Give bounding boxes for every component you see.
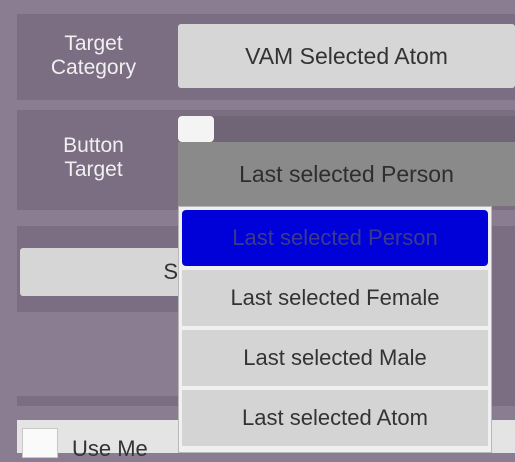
dropdown-handle-bar[interactable]	[178, 116, 515, 142]
button-target-label-line2: Target	[64, 158, 123, 181]
dropdown-option-label: Last selected Atom	[242, 405, 428, 430]
dropdown-option-label: Last selected Person	[232, 225, 438, 250]
button-target-dropdown[interactable]: Last selected Person	[178, 142, 515, 206]
dropdown-option-label: Last selected Male	[243, 345, 427, 370]
target-category-value: VAM Selected Atom	[245, 42, 448, 69]
dropdown-option-last-selected-female[interactable]: Last selected Female	[182, 270, 488, 326]
target-category-dropdown[interactable]: VAM Selected Atom	[178, 24, 515, 88]
partial-button-label: S	[163, 259, 178, 284]
button-target-label: Button Target	[17, 120, 170, 196]
use-checkbox-label: Use Me	[72, 436, 148, 461]
button-target-label-line1: Button	[63, 134, 124, 157]
target-category-label-line1: Target	[64, 32, 123, 55]
target-category-label-line2: Category	[50, 56, 137, 79]
dropdown-option-label: Last selected Female	[230, 285, 440, 310]
dropdown-option-last-selected-person[interactable]: Last selected Person	[182, 210, 488, 266]
partial-button[interactable]: S	[20, 248, 190, 296]
dropdown-handle[interactable]	[178, 116, 214, 142]
button-target-value: Last selected Person	[239, 160, 454, 187]
dropdown-option-last-selected-atom[interactable]: Last selected Atom	[182, 390, 488, 446]
dropdown-option-last-selected-male[interactable]: Last selected Male	[182, 330, 488, 386]
target-category-label: Target Category	[17, 18, 170, 94]
lower-sub-panel	[17, 312, 192, 396]
use-checkbox[interactable]	[22, 428, 58, 458]
